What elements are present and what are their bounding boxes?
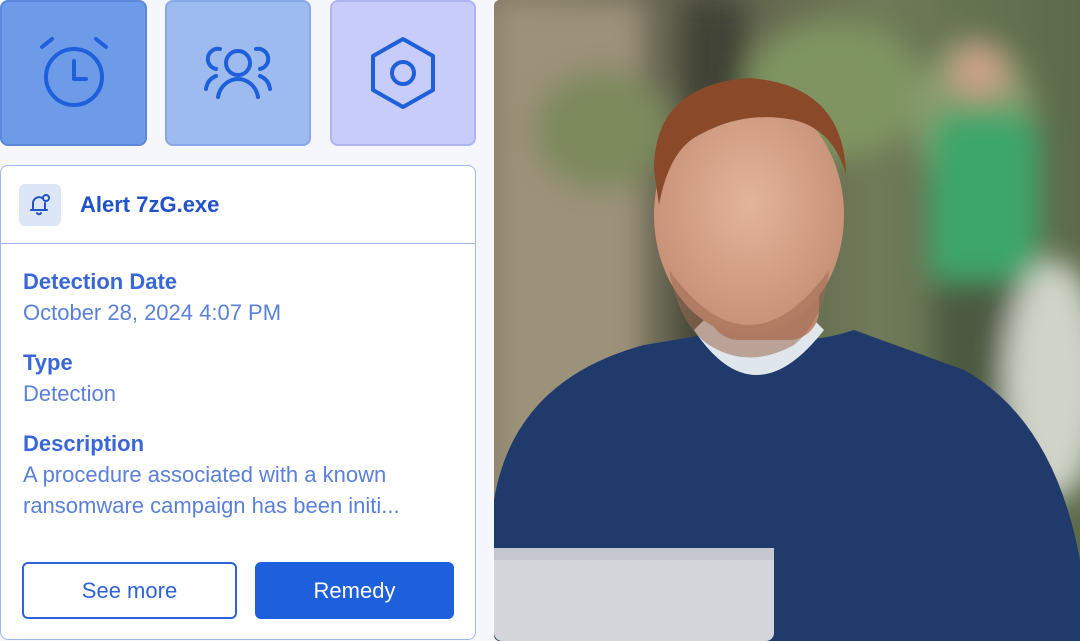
detection-date-label: Detection Date	[23, 269, 178, 294]
hexagon-settings-icon	[371, 37, 435, 109]
alert-title: Alert 7zG.exe	[80, 191, 220, 217]
description-value-line1: A procedure associated with a known	[23, 462, 387, 487]
users-icon	[204, 46, 272, 99]
person-photo	[494, 0, 1080, 641]
users-tile[interactable]	[165, 0, 311, 146]
alarm-clock-icon	[39, 37, 108, 107]
description-value-line2: ransomware campaign has been initi...	[23, 493, 400, 518]
type-label: Type	[23, 350, 73, 375]
detection-date-value: October 28, 2024 4:07 PM	[23, 300, 282, 325]
type-field: Type Detection	[23, 348, 461, 409]
detection-date-field: Detection Date October 28, 2024 4:07 PM	[23, 267, 461, 328]
alert-icon-box	[19, 183, 61, 226]
alarm-tile[interactable]	[0, 0, 147, 146]
bell-badge-icon	[30, 193, 50, 215]
alert-header: Alert 7zG.exe	[1, 166, 475, 244]
description-label: Description	[23, 431, 145, 456]
settings-tile[interactable]	[330, 0, 476, 146]
type-value: Detection	[23, 381, 116, 406]
alert-card: Alert 7zG.exe Detection Date October 28,…	[0, 165, 476, 640]
description-field: Description A procedure associated with …	[23, 429, 461, 521]
remedy-button[interactable]: Remedy	[255, 562, 454, 619]
see-more-button[interactable]: See more	[22, 562, 237, 619]
